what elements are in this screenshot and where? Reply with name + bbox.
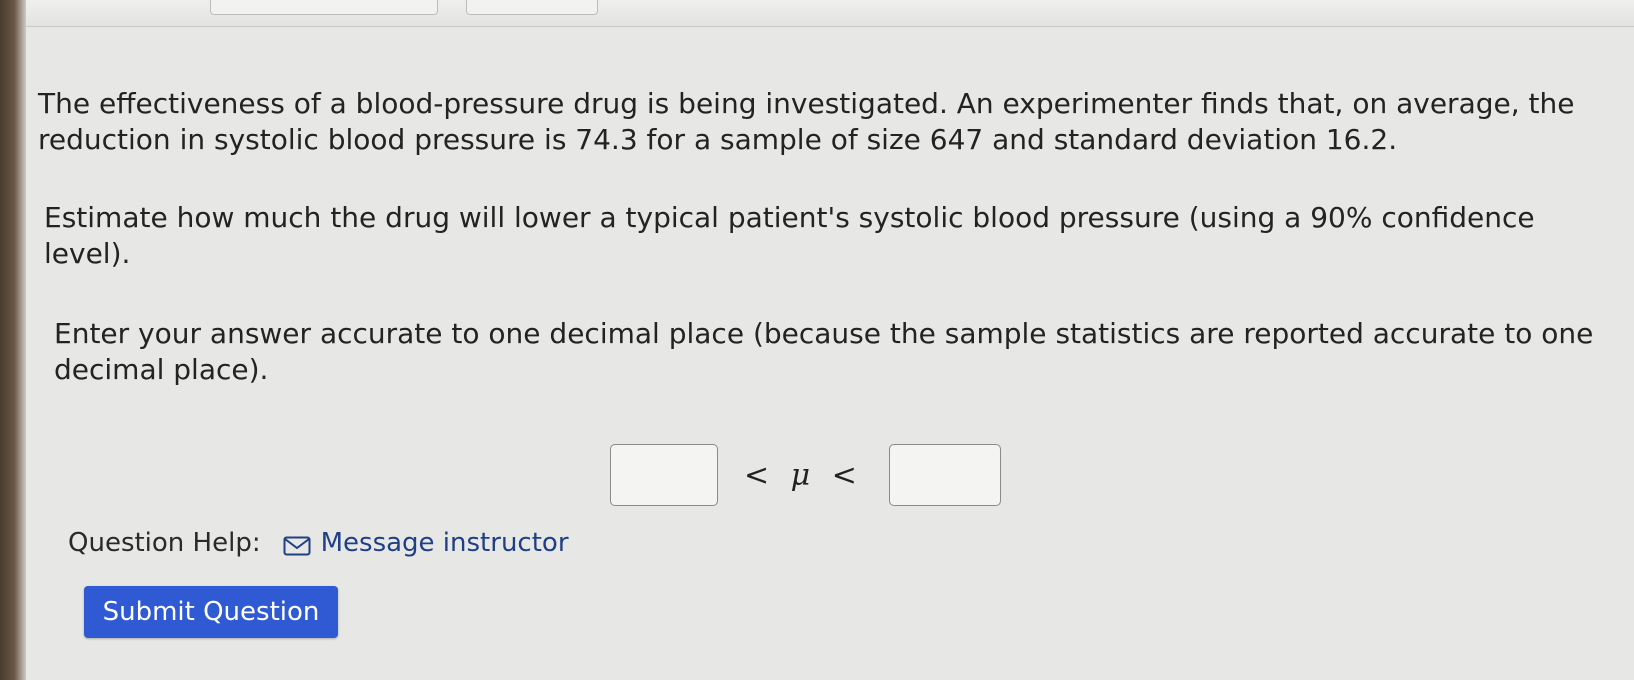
message-instructor-link[interactable]: Message instructor xyxy=(321,528,569,558)
upper-bound-input[interactable] xyxy=(888,444,1001,506)
screen-bezel xyxy=(0,0,26,680)
top-toolbar-strip xyxy=(26,0,1634,27)
question-text-paragraph-1: The effectiveness of a blood-pressure dr… xyxy=(38,87,1575,156)
submit-question-button[interactable]: Submit Question xyxy=(84,586,338,638)
inequality-mu-label: < μ < xyxy=(744,457,863,493)
envelope-icon[interactable] xyxy=(283,533,311,556)
toolbar-tab-left[interactable] xyxy=(210,0,438,15)
question-text-paragraph-3: Enter your answer accurate to one decima… xyxy=(54,317,1594,386)
question-text-paragraph-2: Estimate how much the drug will lower a … xyxy=(44,201,1535,270)
question-help: Question Help: Message instructor xyxy=(68,528,569,558)
toolbar-tab-right[interactable] xyxy=(466,0,598,15)
lower-bound-input[interactable] xyxy=(610,444,718,506)
question-help-label: Question Help: xyxy=(68,528,261,558)
confidence-interval-answer: < μ < xyxy=(610,444,1001,506)
